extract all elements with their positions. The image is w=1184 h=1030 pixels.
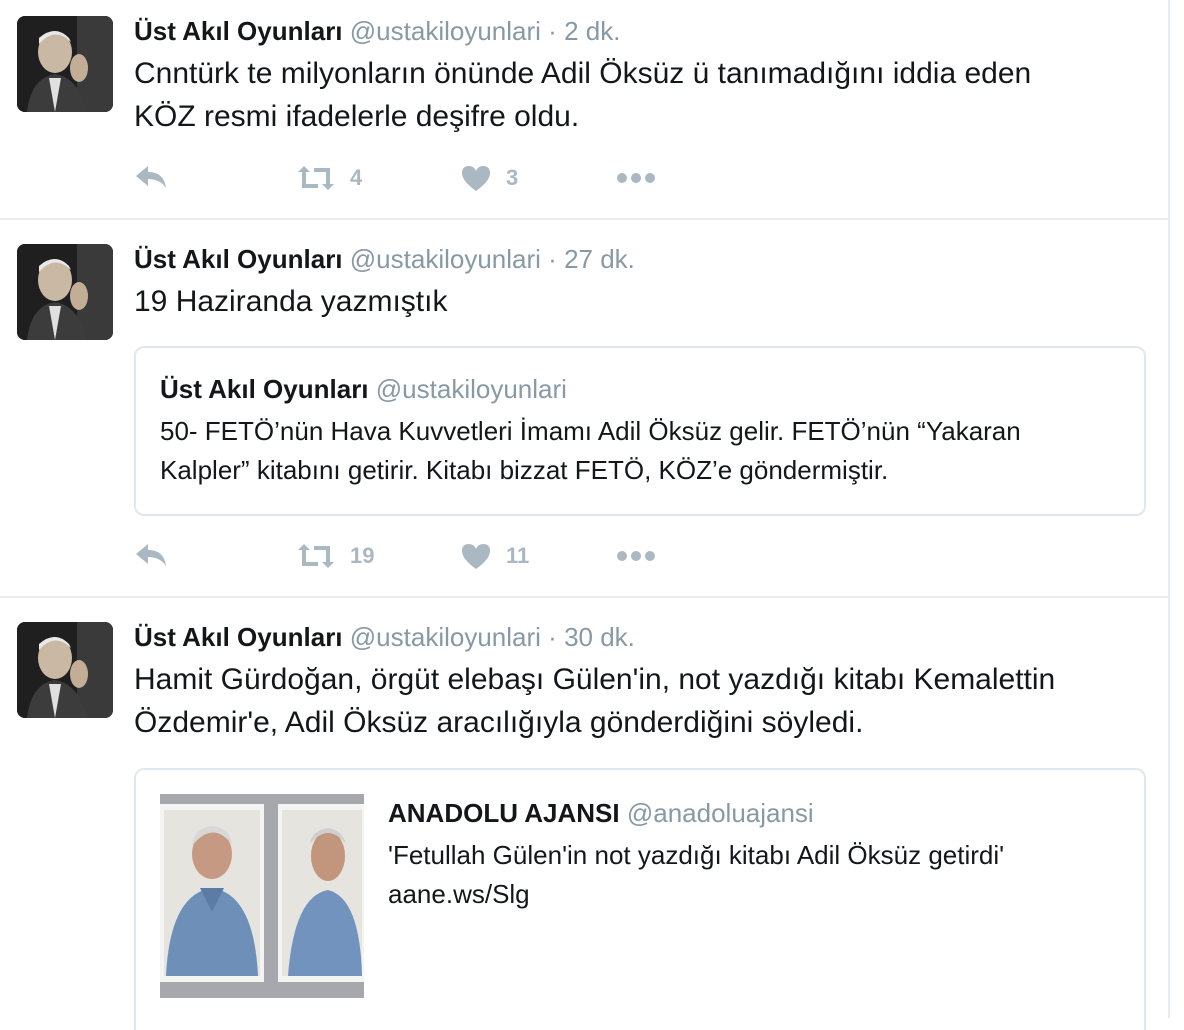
tweet[interactable]: Üst Akıl Oyunları @ustakiloyunlari · 2 d… [0, 0, 1168, 218]
author-handle[interactable]: @ustakiloyunlari [350, 244, 541, 274]
tweet-text: Cnntürk te milyonların önünde Adil Öksüz… [134, 52, 1144, 138]
author-name[interactable]: Üst Akıl Oyunları [134, 244, 343, 274]
like-button[interactable]: 11 [460, 536, 529, 576]
tweet-header: Üst Akıl Oyunları @ustakiloyunlari · 27 … [134, 244, 635, 274]
quoted-author-name: Üst Akıl Oyunları [160, 374, 369, 404]
more-button[interactable] [616, 158, 656, 198]
tweet-timestamp[interactable]: 30 dk. [564, 622, 635, 652]
tweet-text-line: 19 Haziranda yazmıştık [134, 285, 448, 318]
more-button[interactable] [616, 536, 656, 576]
heart-icon [462, 166, 490, 191]
avatar[interactable] [17, 244, 113, 340]
retweet-count: 19 [350, 543, 375, 568]
quoted-tweet-header: Üst Akıl Oyunları @ustakiloyunlari [160, 374, 567, 404]
tweet-text: Hamit Gürdoğan, örgüt elebaşı Gülen'in, … [134, 658, 1144, 744]
author-handle[interactable]: @ustakiloyunlari [350, 16, 541, 46]
quoted-text-line: 50- FETÖ’nün Hava Kuvvetleri İmamı Adil … [160, 416, 1021, 446]
heart-icon [462, 544, 490, 569]
more-icon [617, 551, 655, 561]
like-button[interactable]: 3 [460, 158, 518, 198]
more-icon [617, 173, 655, 183]
card-author-name: ANADOLU AJANSI [388, 798, 620, 828]
separator-dot: · [548, 16, 557, 46]
tweet[interactable]: Üst Akıl Oyunları @ustakiloyunlari · 30 … [0, 598, 1168, 1030]
retweet-button[interactable]: 4 [296, 158, 362, 198]
reply-button[interactable] [134, 158, 170, 198]
avatar[interactable] [17, 622, 113, 718]
tweet-header: Üst Akıl Oyunları @ustakiloyunlari · 2 d… [134, 16, 620, 46]
timeline-right-border [1168, 0, 1170, 1018]
like-count: 3 [506, 165, 519, 190]
card-author-handle: @anadoluajansi [626, 798, 814, 828]
tweet[interactable]: Üst Akıl Oyunları @ustakiloyunlari · 27 … [0, 220, 1168, 596]
quoted-tweet-text: 50- FETÖ’nün Hava Kuvvetleri İmamı Adil … [160, 412, 1110, 490]
quoted-tweet[interactable]: Üst Akıl Oyunları @ustakiloyunlari 50- F… [134, 346, 1146, 516]
tweet-actions: 19 11 [134, 536, 694, 576]
like-count: 11 [506, 543, 530, 568]
card-header: ANADOLU AJANSI @anadoluajansi [388, 798, 814, 828]
quoted-author-handle: @ustakiloyunlari [375, 374, 567, 404]
author-name[interactable]: Üst Akıl Oyunları [134, 622, 343, 652]
tweet-text: 19 Haziranda yazmıştık [134, 280, 1144, 323]
retweet-button[interactable]: 19 [296, 536, 374, 576]
tweet-timestamp[interactable]: 27 dk. [564, 244, 635, 274]
card-image [160, 794, 364, 998]
separator-dot: · [548, 622, 557, 652]
reply-icon [136, 166, 166, 188]
tweet-header: Üst Akıl Oyunları @ustakiloyunlari · 30 … [134, 622, 635, 652]
card-title: 'Fetullah Gülen'in not yazdığı kitabı Ad… [388, 840, 1005, 870]
tweet-timestamp[interactable]: 2 dk. [564, 16, 620, 46]
reply-button[interactable] [134, 536, 170, 576]
tweet-text-line: Cnntürk te milyonların önünde Adil Öksüz… [134, 57, 1032, 90]
retweet-icon [298, 166, 334, 190]
tweet-text-line: KÖZ resmi ifadelerle deşifre oldu. [134, 100, 580, 133]
tweet-text-line: Özdemir'e, Adil Öksüz aracılığıyla gönde… [134, 706, 864, 739]
card-text: 'Fetullah Gülen'in not yazdığı kitabı Ad… [388, 836, 1004, 914]
link-card[interactable]: ANADOLU AJANSI @anadoluajansi 'Fetullah … [134, 768, 1146, 1030]
author-name[interactable]: Üst Akıl Oyunları [134, 16, 343, 46]
separator-dot: · [548, 244, 557, 274]
quoted-text-line: Kalpler” kitabını getirir. Kitabı bizzat… [160, 455, 889, 485]
tweet-actions: 4 3 [134, 158, 694, 198]
tweet-text-line: Hamit Gürdoğan, örgüt elebaşı Gülen'in, … [134, 663, 1056, 696]
retweet-count: 4 [350, 165, 363, 190]
avatar[interactable] [17, 16, 113, 112]
retweet-icon [298, 544, 334, 568]
author-handle[interactable]: @ustakiloyunlari [350, 622, 541, 652]
card-link[interactable]: aane.ws/Slg [388, 875, 1004, 914]
reply-icon [136, 544, 166, 566]
